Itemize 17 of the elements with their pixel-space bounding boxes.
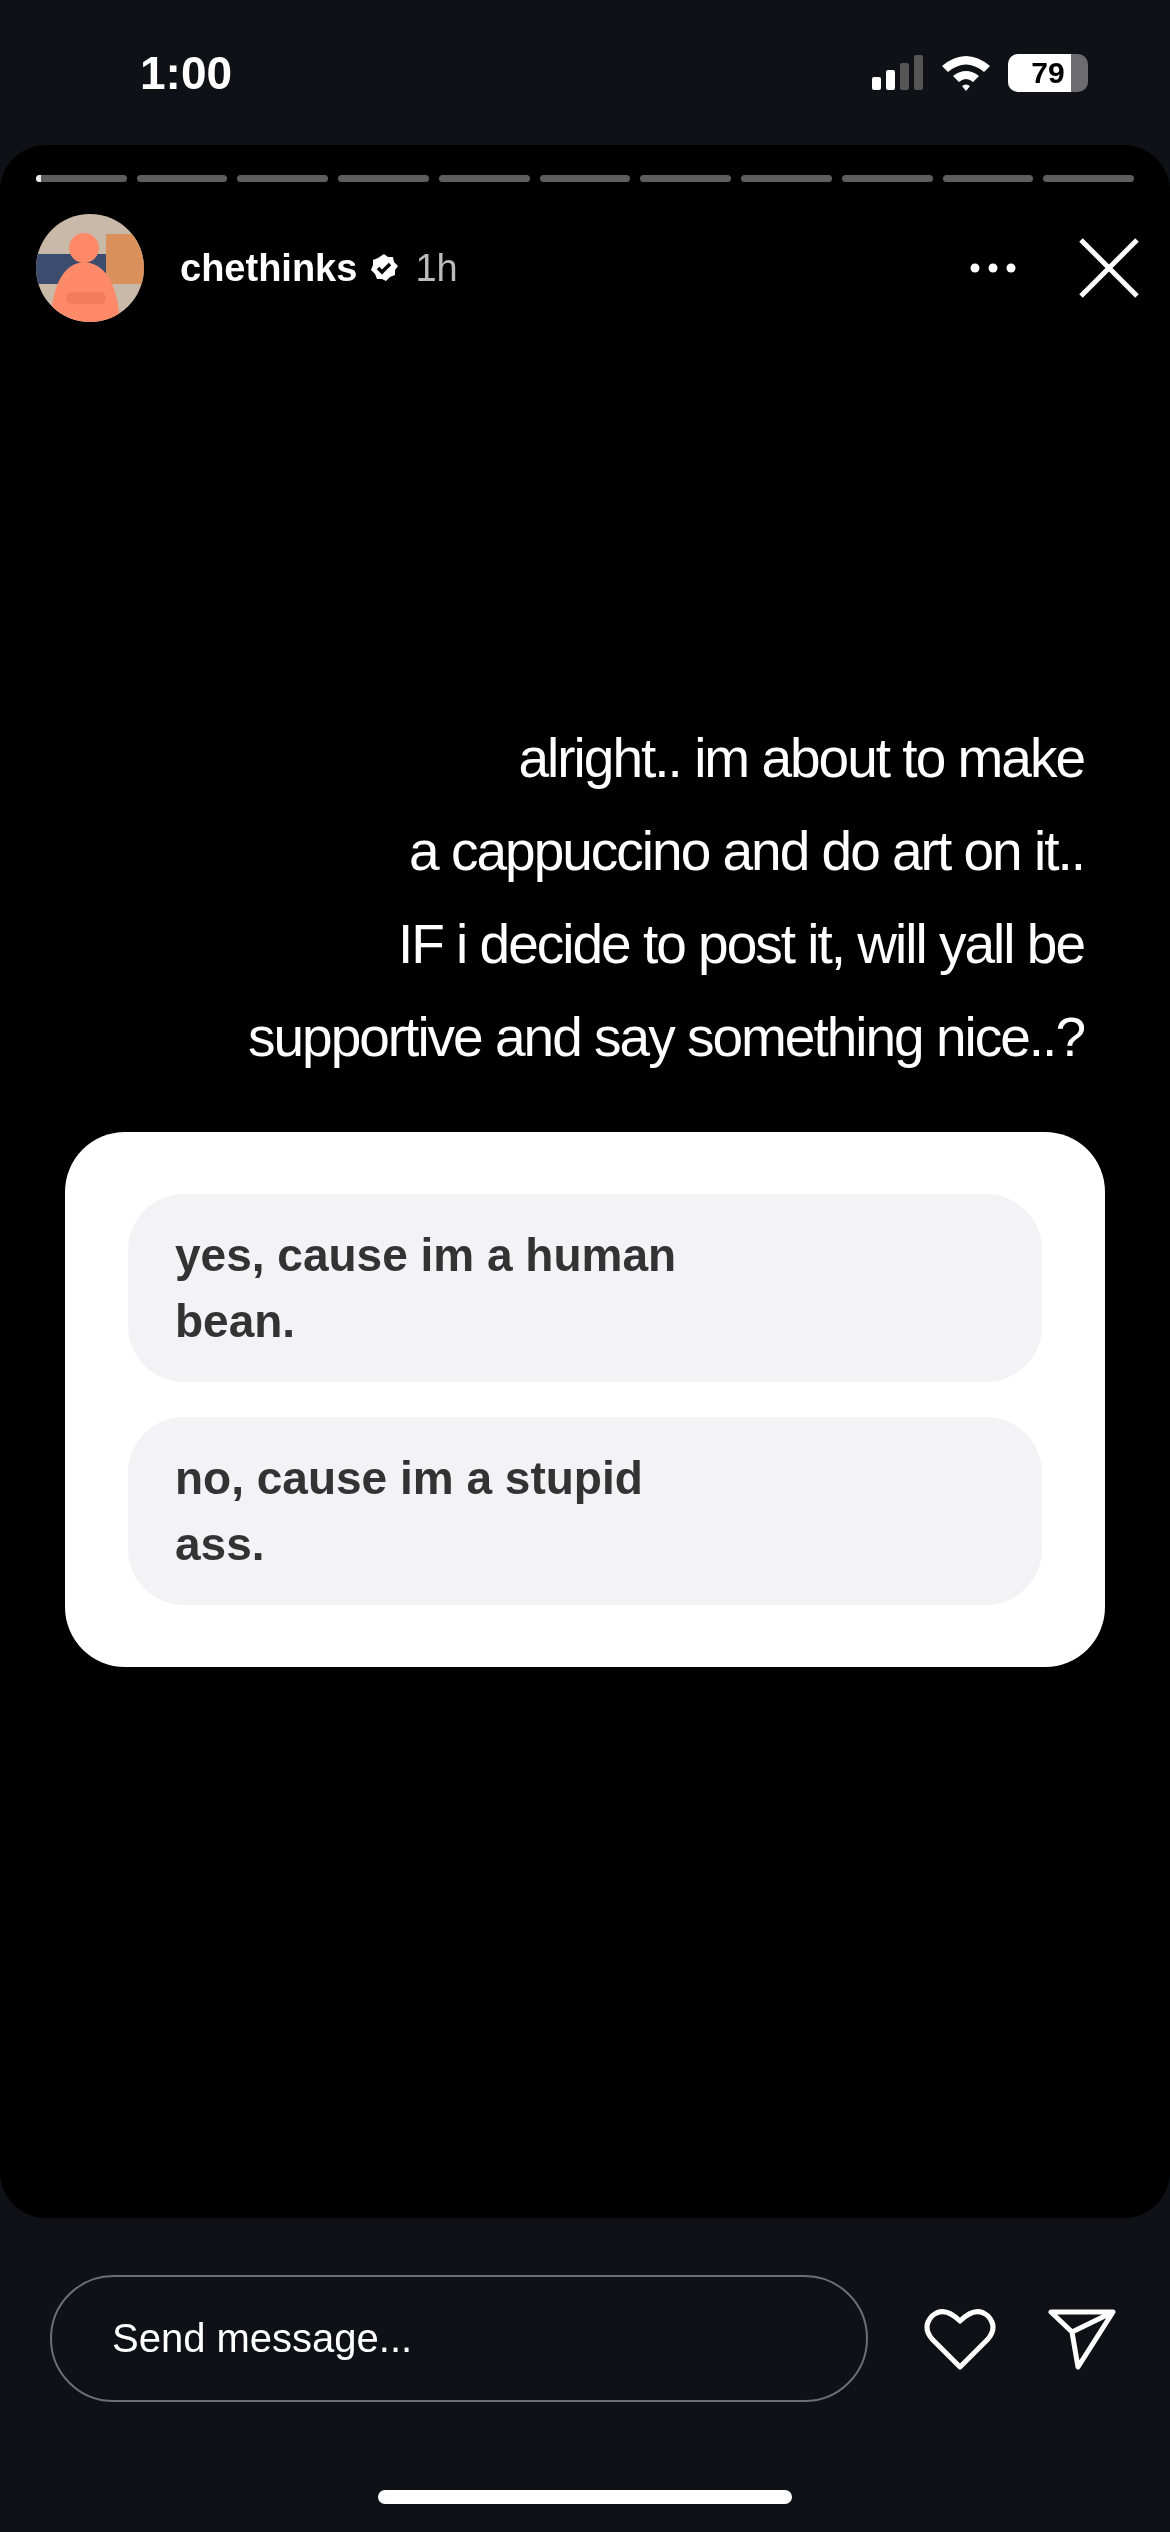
close-icon[interactable] [1078,237,1140,299]
more-icon[interactable] [970,263,1016,273]
message-field[interactable]: Send message... [50,2275,868,2402]
caption-line: alright.. im about to make [518,726,1084,791]
heart-icon[interactable] [924,2306,996,2371]
signal-icon [872,54,924,91]
caption-line: a cappuccino and do art on it.. [409,819,1084,884]
send-icon[interactable] [1048,2307,1116,2370]
post-time: 1h [415,246,458,290]
caption-line: supportive and say something nice..? [247,1005,1084,1070]
status-time: 1:00 [140,45,233,100]
poll-option[interactable]: no, cause im a stupid ass. [128,1417,1042,1605]
poll-option[interactable]: yes, cause im a human bean. [128,1194,1042,1382]
caption-line: IF i decide to post it, will yall be [397,912,1084,977]
wifi-icon [940,53,992,92]
battery-percent: 79 [1031,55,1065,90]
username[interactable]: chethinks [180,246,358,290]
